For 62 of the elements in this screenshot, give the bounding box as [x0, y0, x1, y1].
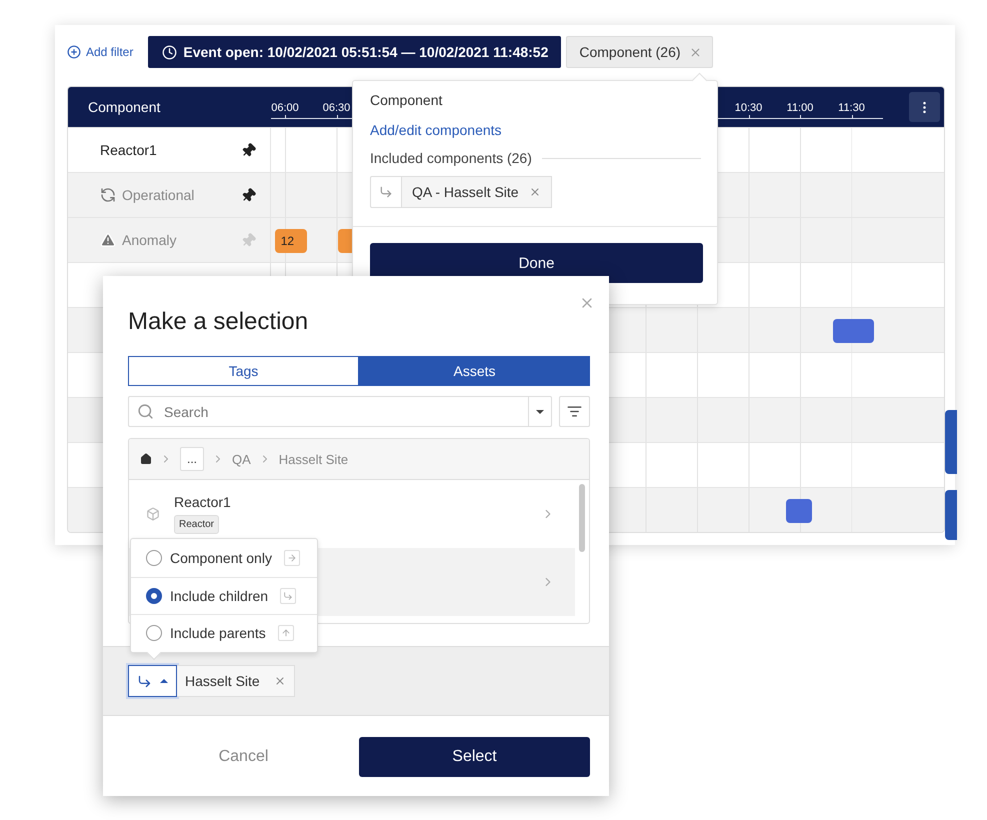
more-button[interactable]: [909, 92, 940, 122]
corner-arrow-icon: [283, 590, 294, 601]
option-label: Include children: [170, 588, 268, 604]
plus-icon: [67, 45, 81, 59]
radio-button[interactable]: [146, 588, 162, 604]
scrollbar-thumb[interactable]: [579, 484, 585, 552]
select-button[interactable]: Select: [359, 737, 590, 777]
time-tick-label: 11:30: [838, 102, 865, 114]
edge-marker: [945, 490, 957, 540]
search-bar[interactable]: Search: [128, 396, 552, 427]
time-tick-label: 06:30: [322, 102, 350, 114]
edge-marker: [945, 410, 957, 474]
component-filter-chip[interactable]: Component (26): [566, 36, 713, 68]
popover-title: Component: [370, 92, 444, 110]
radio-button[interactable]: [146, 550, 162, 566]
scope-button[interactable]: [128, 665, 177, 697]
time-tick-label: 06:00: [271, 102, 299, 114]
included-label: Included components (26): [370, 150, 532, 166]
event-marker[interactable]: 12: [274, 229, 308, 253]
time-filter-chip[interactable]: Event open: 10/02/2021 05:51:54 — 10/02/2021 11:48:52: [148, 36, 562, 68]
close-icon[interactable]: [688, 46, 702, 58]
corner-arrow-icon: [379, 185, 393, 199]
tab[interactable]: Tags: [128, 356, 359, 386]
search-field[interactable]: Search: [162, 402, 520, 420]
corner-arrow-icon: [137, 674, 152, 688]
caret-icon[interactable]: [536, 410, 544, 414]
radio-button[interactable]: [146, 625, 162, 642]
close-icon[interactable]: [528, 186, 541, 198]
time-tick-label: 11:00: [786, 102, 814, 114]
warning-icon: [100, 232, 116, 248]
clock-icon: [162, 44, 178, 60]
component-chip: QA - Hasselt Site: [402, 176, 552, 208]
row-label: Reactor1: [100, 142, 158, 158]
home-icon[interactable]: [140, 453, 152, 465]
cube-icon: [146, 507, 160, 521]
event-marker[interactable]: [786, 499, 812, 523]
filter-button[interactable]: [559, 396, 590, 427]
selection-chip: Hasselt Site: [177, 665, 295, 697]
sync-icon: [100, 187, 116, 203]
search-icon: [137, 403, 154, 420]
close-icon[interactable]: [274, 675, 286, 687]
type-badge: Reactor: [174, 515, 220, 534]
scope-option[interactable]: Include children: [131, 576, 317, 614]
arrow-right-icon: [286, 552, 297, 563]
time-tick-label: 10:30: [734, 102, 762, 114]
event-marker[interactable]: [832, 319, 874, 343]
dialog-title: Make a selection: [128, 308, 310, 337]
filter-icon: [567, 404, 582, 419]
arrow-up-icon: [280, 628, 291, 638]
item-name: Reactor1: [174, 494, 232, 510]
caret-icon: [160, 679, 168, 683]
option-label: Include parents: [170, 625, 266, 642]
add-edit-link[interactable]: Add/edit components: [370, 122, 701, 138]
scope-option[interactable]: Include parents: [131, 614, 317, 652]
cancel-button[interactable]: Cancel: [128, 737, 359, 777]
row-label: Anomaly: [122, 232, 178, 248]
add-filter-link[interactable]: Add filter: [67, 45, 134, 59]
column-header: Component: [87, 98, 162, 117]
tab[interactable]: Assets: [359, 356, 590, 386]
row-label: Operational: [122, 187, 196, 203]
ellipsis-button[interactable]: ...: [180, 447, 204, 471]
option-label: Component only: [170, 550, 272, 566]
